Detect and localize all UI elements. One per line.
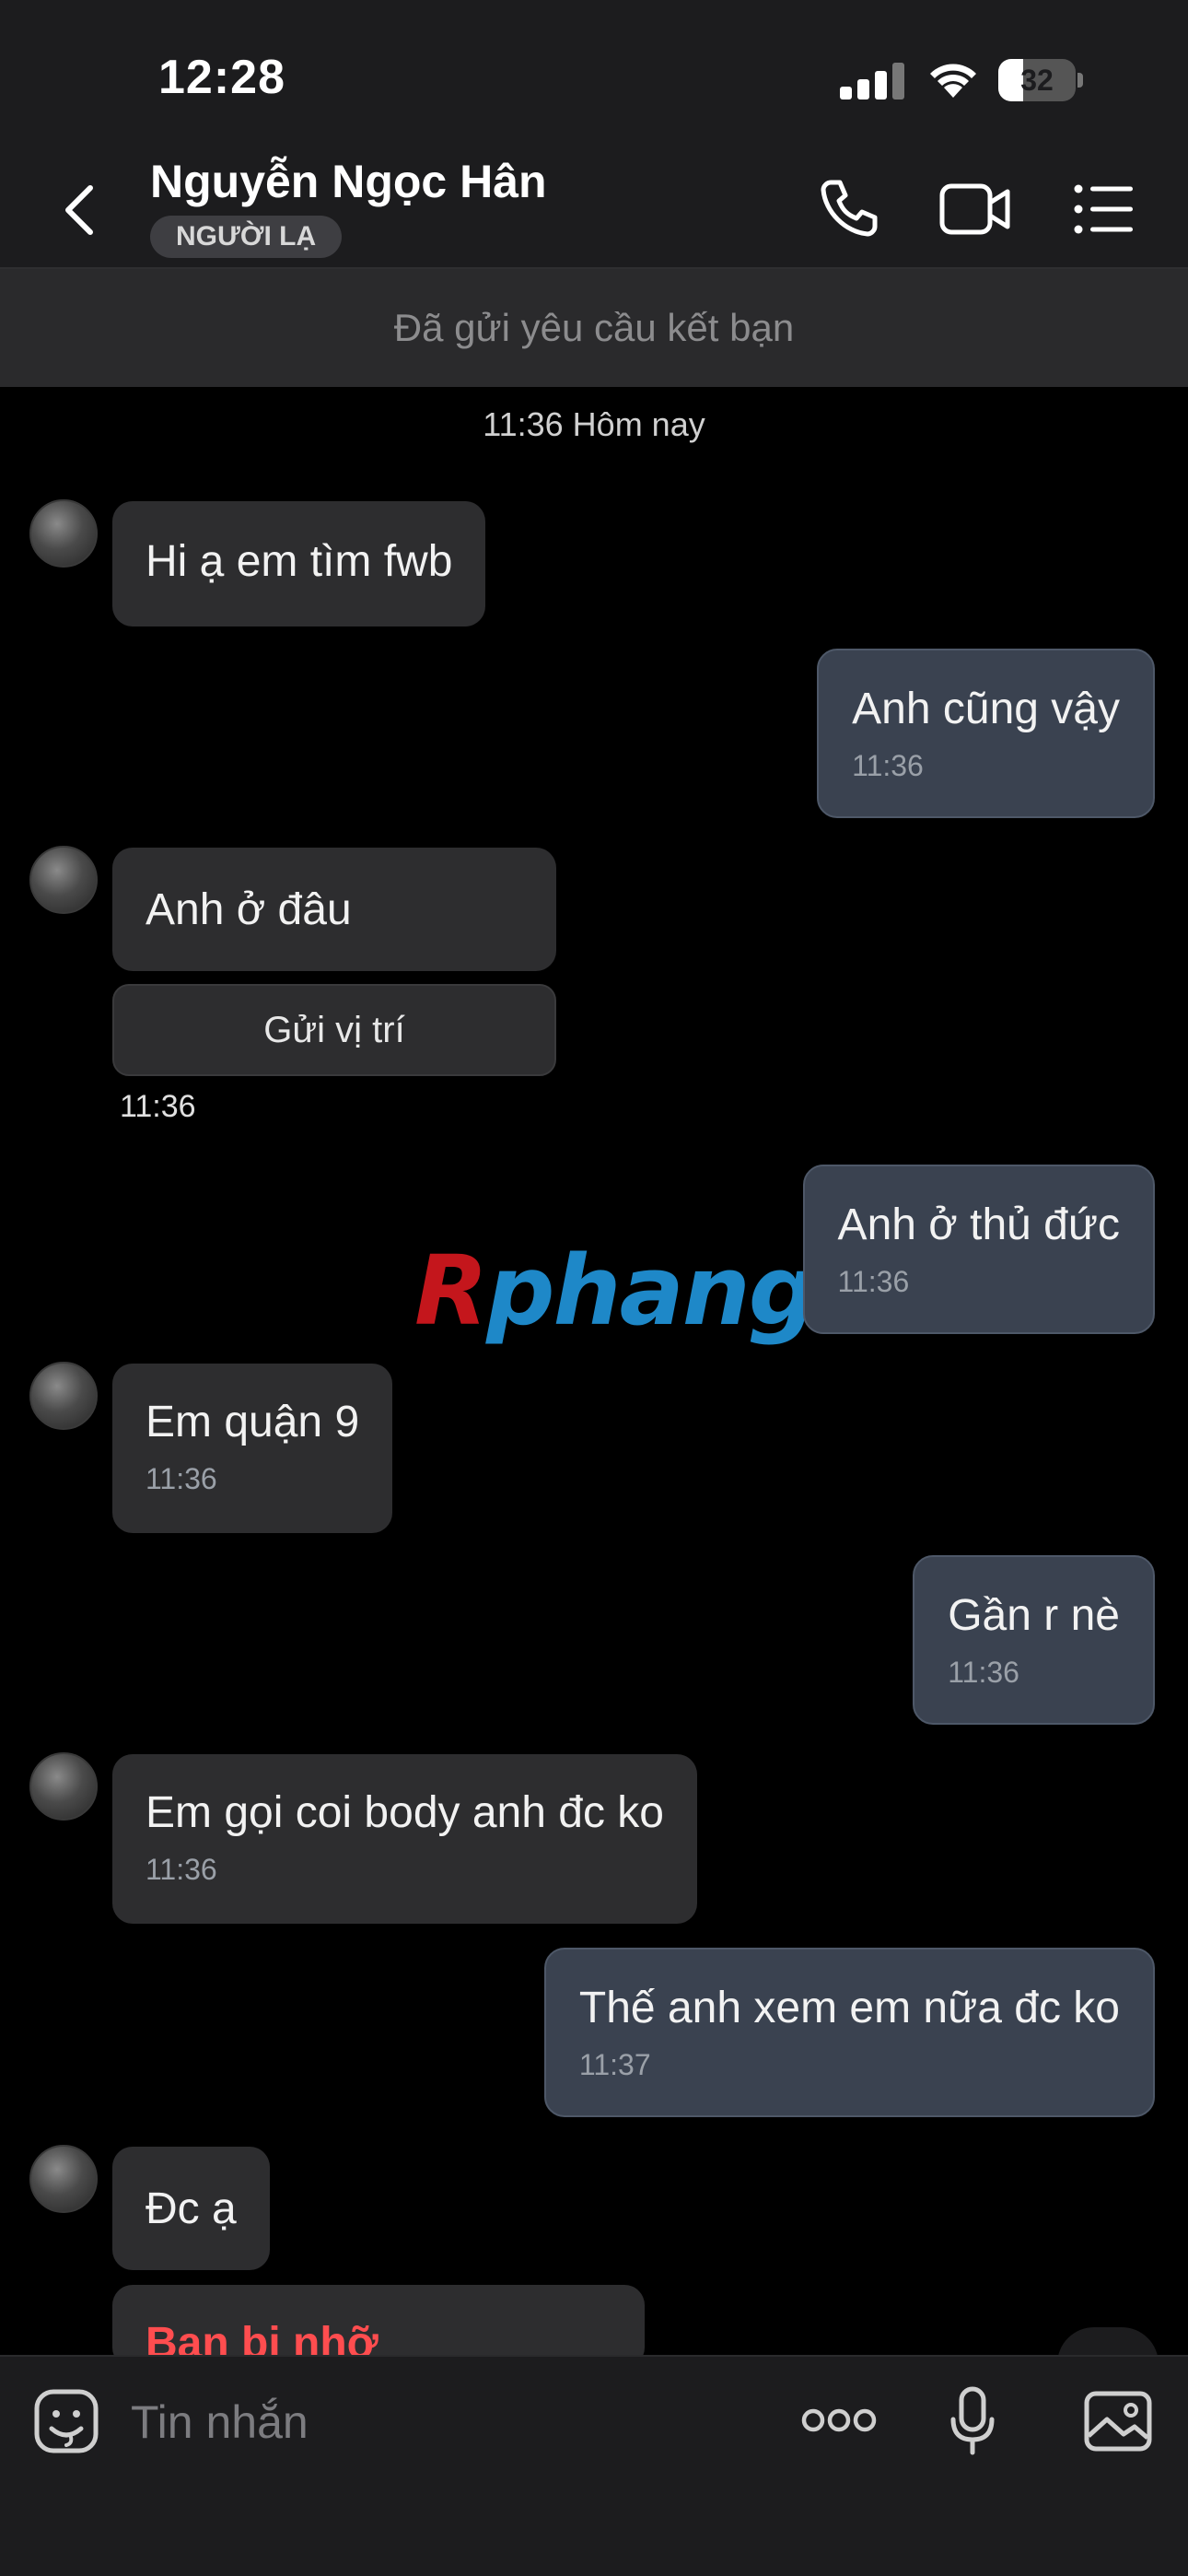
sticker-icon[interactable]	[33, 2388, 99, 2454]
message-time: 11:36	[146, 1462, 217, 1495]
video-call-icon[interactable]	[939, 181, 1011, 238]
message-text: Anh ở đâu	[146, 885, 352, 934]
message-text: Anh cũng vậy	[852, 685, 1120, 733]
image-icon[interactable]	[1083, 2390, 1153, 2453]
message-time: 11:36	[146, 1853, 217, 1886]
back-chevron-icon[interactable]	[55, 175, 101, 245]
wifi-icon	[930, 64, 976, 98]
battery-level: 32	[1020, 64, 1054, 97]
message-bubble-outgoing[interactable]: Anh ở thủ đức 11:36	[802, 1165, 1155, 1334]
contact-avatar[interactable]	[29, 846, 98, 914]
message-bubble-incoming[interactable]: Đc ạ	[112, 2147, 270, 2270]
message-composer: Tin nhắn	[0, 2355, 1188, 2576]
message-text: Thế anh xem em nữa đc ko	[578, 1984, 1120, 2032]
contact-avatar[interactable]	[29, 499, 98, 568]
status-time: 12:28	[158, 51, 285, 104]
message-bubble-outgoing[interactable]: Anh cũng vậy 11:36	[817, 649, 1155, 818]
message-input[interactable]: Tin nhắn	[131, 2390, 775, 2454]
send-location-button[interactable]: Gửi vị trí	[112, 984, 556, 1076]
message-text: Đc ạ	[146, 2184, 237, 2233]
message-text: Anh ở thủ đức	[837, 1200, 1120, 1249]
message-bubble-incoming[interactable]: Anh ở đâu	[112, 848, 556, 971]
top-bar: 12:28 32 Nguyễn Ngọc Hân NGƯỜI LẠ	[0, 0, 1188, 269]
watermark-logo: Rphang	[414, 1235, 817, 1347]
contact-name[interactable]: Nguyễn Ngọc Hân	[150, 155, 547, 208]
message-time: 11:36	[852, 749, 924, 782]
contact-avatar[interactable]	[29, 1752, 98, 1821]
contact-avatar[interactable]	[29, 1362, 98, 1430]
phone-icon[interactable]	[818, 177, 880, 240]
battery-indicator: 32	[998, 59, 1083, 101]
stranger-badge: NGƯỜI LẠ	[150, 216, 343, 258]
contact-avatar[interactable]	[29, 2145, 98, 2213]
microphone-icon[interactable]	[949, 2386, 996, 2456]
message-text: Em quận 9	[146, 1398, 360, 1446]
message-bubble-incoming[interactable]: Em quận 9 11:36	[112, 1364, 393, 1533]
message-time: 11:36	[120, 1089, 196, 1124]
cellular-signal-icon	[840, 63, 906, 100]
message-time: 11:37	[578, 2048, 651, 2081]
message-bubble-outgoing[interactable]: Gần r nè 11:36	[913, 1555, 1155, 1725]
message-time: 11:36	[837, 1265, 910, 1298]
message-bubble-incoming[interactable]: Em gọi coi body anh đc ko 11:36	[112, 1754, 697, 1924]
message-time: 11:36	[948, 1656, 1019, 1689]
friend-request-banner: Đã gửi yêu cầu kết bạn	[0, 269, 1188, 387]
message-text: Em gọi coi body anh đc ko	[146, 1788, 664, 1837]
message-bubble-outgoing[interactable]: Thế anh xem em nữa đc ko 11:37	[543, 1948, 1155, 2117]
message-text: Gần r nè	[948, 1591, 1120, 1640]
message-text: Hi ạ em tìm fwb	[146, 537, 453, 586]
menu-list-icon[interactable]	[1074, 184, 1135, 234]
message-bubble-incoming[interactable]: Hi ạ em tìm fwb	[112, 501, 486, 626]
date-separator: 11:36 Hôm nay	[483, 405, 705, 443]
more-icon[interactable]	[801, 2406, 877, 2434]
